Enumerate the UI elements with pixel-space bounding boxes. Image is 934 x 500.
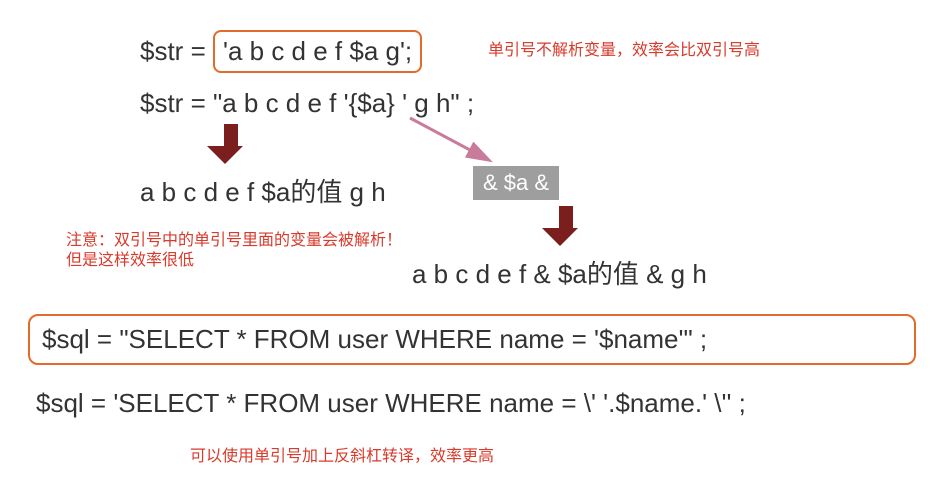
- note-single-quote: 单引号不解析变量，效率会比双引号高: [488, 36, 760, 60]
- gray-box-text: & $a &: [473, 166, 559, 200]
- boxed-single-quote-literal: 'a b c d e f $a g';: [213, 30, 422, 73]
- sql-line-2: $sql = 'SELECT * FROM user WHERE name = …: [36, 388, 746, 419]
- output-line-1: a b c d e f $a的值 g h: [140, 172, 386, 209]
- arrow-down-icon-2: [553, 206, 578, 246]
- sql-line-1: $sql = "SELECT * FROM user WHERE name = …: [42, 324, 707, 354]
- line1-prefix: $str =: [140, 36, 213, 66]
- sql-double-quote-box: $sql = "SELECT * FROM user WHERE name = …: [28, 314, 916, 365]
- arrow-down-icon: [218, 124, 243, 164]
- arrow-diagonal-icon: [395, 110, 515, 170]
- output-line-2: a b c d e f & $a的值 & g h: [412, 254, 707, 291]
- code-line-1: $str = 'a b c d e f $a g';: [140, 30, 422, 73]
- note-double-quote-b: 但是这样效率很低: [66, 246, 194, 270]
- gray-placeholder-box: & $a &: [473, 166, 559, 200]
- note-escape: 可以使用单引号加上反斜杠转译，效率更高: [190, 442, 494, 466]
